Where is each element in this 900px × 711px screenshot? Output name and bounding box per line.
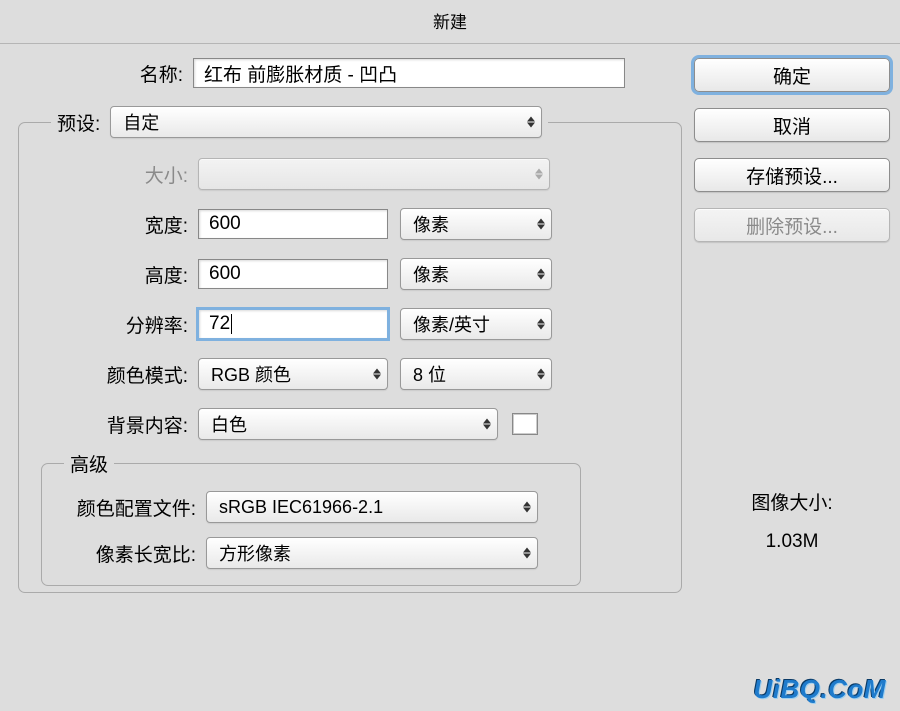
bit-depth-dropdown[interactable]: 8 位 (400, 358, 552, 390)
background-color-swatch[interactable] (512, 413, 538, 435)
height-label: 高度: (23, 261, 198, 288)
ok-button[interactable]: 确定 (694, 58, 890, 92)
color-profile-label: 颜色配置文件: (46, 494, 206, 521)
advanced-group: 高级 颜色配置文件: sRGB IEC61966-2.1 像素长宽比: 方形像素 (41, 450, 581, 586)
updown-icon (527, 117, 535, 128)
width-input[interactable]: 600 (198, 209, 388, 239)
background-label: 背景内容: (23, 411, 198, 438)
advanced-legend: 高级 (64, 450, 114, 477)
resolution-unit-dropdown[interactable]: 像素/英寸 (400, 308, 552, 340)
save-preset-button[interactable]: 存储预设... (694, 158, 890, 192)
color-mode-label: 颜色模式: (23, 361, 198, 388)
name-input[interactable]: 红布 前膨胀材质 - 凹凸 (193, 58, 625, 88)
height-input[interactable]: 600 (198, 259, 388, 289)
width-unit-dropdown[interactable]: 像素 (400, 208, 552, 240)
color-profile-value: sRGB IEC61966-2.1 (219, 497, 383, 518)
dialog-title: 新建 (0, 0, 900, 44)
preset-dropdown[interactable]: 自定 (110, 106, 542, 138)
size-label: 大小: (23, 161, 198, 188)
updown-icon (523, 502, 531, 513)
color-profile-dropdown[interactable]: sRGB IEC61966-2.1 (206, 491, 538, 523)
text-cursor (231, 314, 232, 334)
name-label: 名称: (18, 60, 193, 87)
pixel-aspect-value: 方形像素 (219, 540, 291, 566)
width-label: 宽度: (23, 211, 198, 238)
dialog-body: 名称: 红布 前膨胀材质 - 凹凸 预设: 自定 大小: 宽度: 60 (0, 44, 900, 603)
updown-icon (537, 369, 545, 380)
updown-icon (483, 419, 491, 430)
color-mode-value: RGB 颜色 (211, 361, 291, 387)
cancel-button[interactable]: 取消 (694, 108, 890, 142)
resolution-input[interactable]: 72 (198, 309, 388, 339)
image-size-value: 1.03M (694, 531, 890, 553)
updown-icon (537, 319, 545, 330)
background-value: 白色 (211, 411, 247, 437)
updown-icon (537, 269, 545, 280)
height-unit-dropdown[interactable]: 像素 (400, 258, 552, 290)
size-dropdown (198, 158, 550, 190)
updown-icon (535, 169, 543, 180)
watermark-text: UiBQ.CoM (753, 674, 886, 705)
updown-icon (523, 548, 531, 559)
background-dropdown[interactable]: 白色 (198, 408, 498, 440)
preset-label: 预设: (57, 109, 100, 136)
image-size-label: 图像大小: (694, 488, 890, 515)
height-unit-value: 像素 (413, 261, 449, 287)
pixel-aspect-label: 像素长宽比: (46, 540, 206, 567)
bit-depth-value: 8 位 (413, 361, 446, 387)
width-unit-value: 像素 (413, 211, 449, 237)
resolution-unit-value: 像素/英寸 (413, 311, 490, 337)
resolution-value: 72 (209, 313, 230, 335)
preset-group: 预设: 自定 大小: 宽度: 600 像素 (18, 106, 682, 593)
pixel-aspect-dropdown[interactable]: 方形像素 (206, 537, 538, 569)
preset-value: 自定 (123, 109, 159, 135)
updown-icon (537, 219, 545, 230)
color-mode-dropdown[interactable]: RGB 颜色 (198, 358, 388, 390)
updown-icon (373, 369, 381, 380)
delete-preset-button: 删除预设... (694, 208, 890, 242)
resolution-label: 分辨率: (23, 311, 198, 338)
